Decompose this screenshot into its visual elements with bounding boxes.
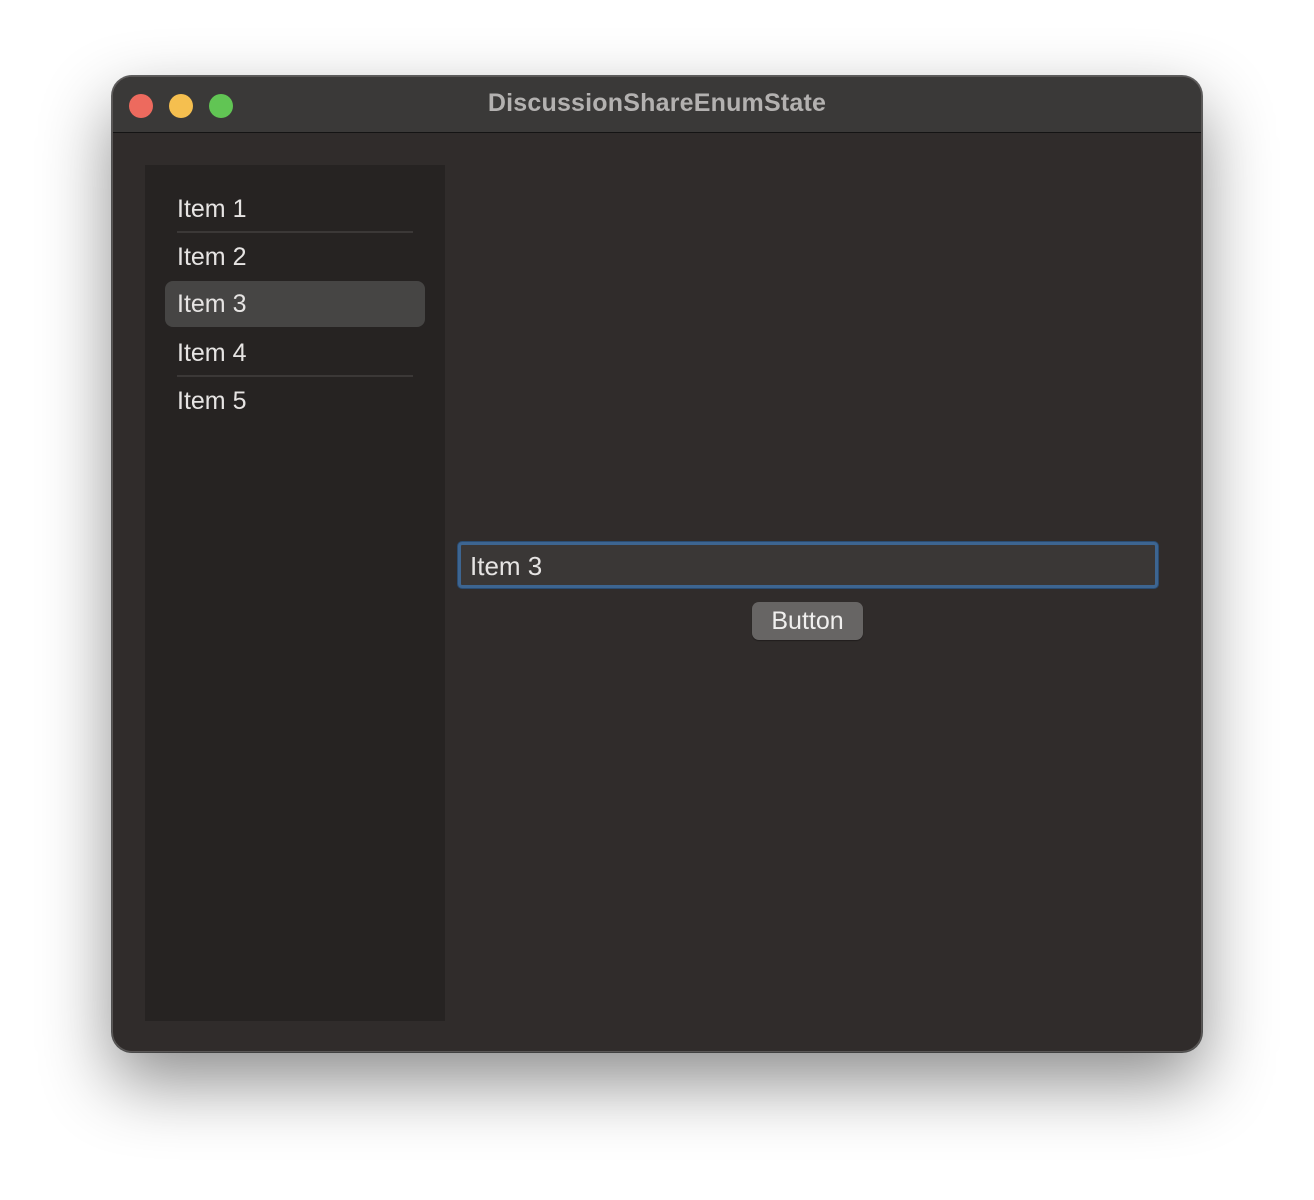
list-divider [177, 231, 413, 233]
list-item[interactable]: Item 1 [165, 186, 425, 232]
list-item-label: Item 4 [177, 339, 247, 367]
text-field[interactable]: Item 3 [458, 542, 1158, 588]
text-field-value: Item 3 [470, 551, 543, 581]
app-window: DiscussionShareEnumState Item 1 Item 2 I… [112, 76, 1202, 1052]
window-title: DiscussionShareEnumState [487, 89, 827, 117]
list-divider [177, 375, 413, 377]
list-item[interactable]: Item 2 [165, 234, 425, 280]
list-item[interactable]: Item 5 [165, 378, 425, 424]
list-item-selected[interactable]: Item 3 [165, 281, 425, 327]
list-item-label: Item 2 [177, 243, 247, 271]
sidebar-list: Item 1 Item 2 Item 3 Item 4 Item 5 [145, 165, 445, 1021]
list-item-label: Item 3 [177, 290, 247, 318]
list-item-label: Item 1 [177, 195, 247, 223]
title-bar[interactable]: DiscussionShareEnumState [113, 77, 1201, 133]
list-item-label: Item 5 [177, 387, 247, 415]
list-item[interactable]: Item 4 [165, 330, 425, 376]
push-button[interactable]: Button [752, 602, 863, 640]
